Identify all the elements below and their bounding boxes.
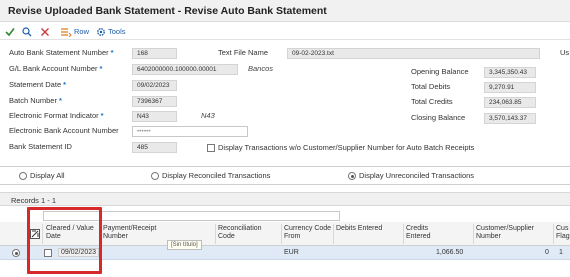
electronic-bank-account-number-label: Electronic Bank Account Number xyxy=(9,126,119,135)
gl-bank-account-description: Bancos xyxy=(248,64,274,73)
right-edge-label: Us xyxy=(560,48,570,57)
display-all-radio[interactable] xyxy=(19,172,27,180)
auto-bank-statement-number-label: Auto Bank Statement Number * xyxy=(9,48,114,57)
window-title: Revise Uploaded Bank Statement - Revise … xyxy=(8,5,327,17)
col-flag[interactable]: Cus Flag xyxy=(556,225,570,241)
display-wo-customer-label: Display Transactions w/o Customer/Suppli… xyxy=(218,143,475,152)
display-options-bar: Display All Display Reconciled Transacti… xyxy=(0,166,570,185)
toolbar: Row Tools xyxy=(0,22,570,40)
statement-date-label: Statement Date * xyxy=(9,80,67,89)
customer-supplier-number-cell: 0 xyxy=(545,249,549,256)
closing-balance-label: Closing Balance xyxy=(411,113,466,122)
total-credits-field: 234,063.85 xyxy=(484,97,536,108)
display-reconciled-radio[interactable] xyxy=(151,172,159,180)
row-select-radio[interactable] xyxy=(12,249,20,257)
total-credits-label: Total Credits xyxy=(411,97,453,106)
gl-bank-account-number-label: G/L Bank Account Number * xyxy=(9,64,103,73)
text-file-name-field: 09-02-2023.txt xyxy=(287,48,540,59)
credits-entered-cell: 1,066.50 xyxy=(436,249,464,256)
batch-number-field: 7396367 xyxy=(132,96,177,107)
tools-label: Tools xyxy=(108,27,126,36)
total-debits-label: Total Debits xyxy=(411,82,451,91)
col-credits-entered[interactable]: Credits Entered xyxy=(406,225,454,241)
batch-number-label: Batch Number * xyxy=(9,96,62,105)
col-payment-receipt-number[interactable]: Payment/Receipt Number xyxy=(103,225,173,241)
col-reconciliation-code[interactable]: Reconciliation Code xyxy=(218,225,278,241)
display-all-label: Display All xyxy=(30,171,65,180)
tools-menu-button[interactable]: Tools xyxy=(96,25,126,38)
close-icon[interactable] xyxy=(40,25,50,38)
display-wo-customer-checkbox[interactable] xyxy=(207,144,215,152)
row-menu-button[interactable]: Row xyxy=(60,25,89,38)
col-customer-supplier-number[interactable]: Customer/Supplier Number xyxy=(476,225,542,241)
text-file-name-label: Text File Name xyxy=(218,48,269,57)
flag-cell: 1 xyxy=(559,249,563,256)
col-currency-code-from[interactable]: Currency Code From xyxy=(284,225,332,241)
records-count: Records 1 - 1 xyxy=(11,196,57,205)
ok-check-icon[interactable] xyxy=(5,25,15,38)
bank-statement-id-label: Bank Statement ID xyxy=(9,142,72,151)
opening-balance-field: 3,345,350.43 xyxy=(484,67,536,78)
electronic-bank-account-number-input[interactable]: •••••• xyxy=(132,126,248,137)
row-icon xyxy=(61,27,72,37)
display-unreconciled-radio[interactable] xyxy=(348,172,356,180)
records-bar: Records 1 - 1 xyxy=(0,192,570,206)
col-debits-entered[interactable]: Debits Entered xyxy=(336,225,384,233)
closing-balance-field: 3,570,143.37 xyxy=(484,113,536,124)
display-unreconciled-label: Display Unreconciled Transactions xyxy=(359,171,475,180)
opening-balance-label: Opening Balance xyxy=(411,67,469,76)
statement-date-field: 09/02/2023 xyxy=(132,80,177,91)
gl-bank-account-number-field: 6402000000.100000.00001 xyxy=(132,64,238,75)
bank-statement-id-field: 485 xyxy=(132,142,177,153)
highlight-box xyxy=(27,207,102,274)
title-bar: Revise Uploaded Bank Statement - Revise … xyxy=(0,0,570,22)
row-label: Row xyxy=(74,27,90,36)
electronic-format-indicator-label: Electronic Format Indicator * xyxy=(9,111,104,120)
auto-bank-statement-number-field: 168 xyxy=(132,48,177,59)
display-reconciled-label: Display Reconciled Transactions xyxy=(162,171,271,180)
currency-code-cell: EUR xyxy=(284,249,299,256)
total-debits-field: 9,270.91 xyxy=(484,82,536,93)
electronic-format-indicator-field: N43 xyxy=(132,111,177,122)
electronic-format-description: N43 xyxy=(201,111,215,120)
column-tooltip: [Sin título] xyxy=(167,240,202,250)
search-icon[interactable] xyxy=(22,25,32,38)
gear-icon xyxy=(97,27,105,36)
